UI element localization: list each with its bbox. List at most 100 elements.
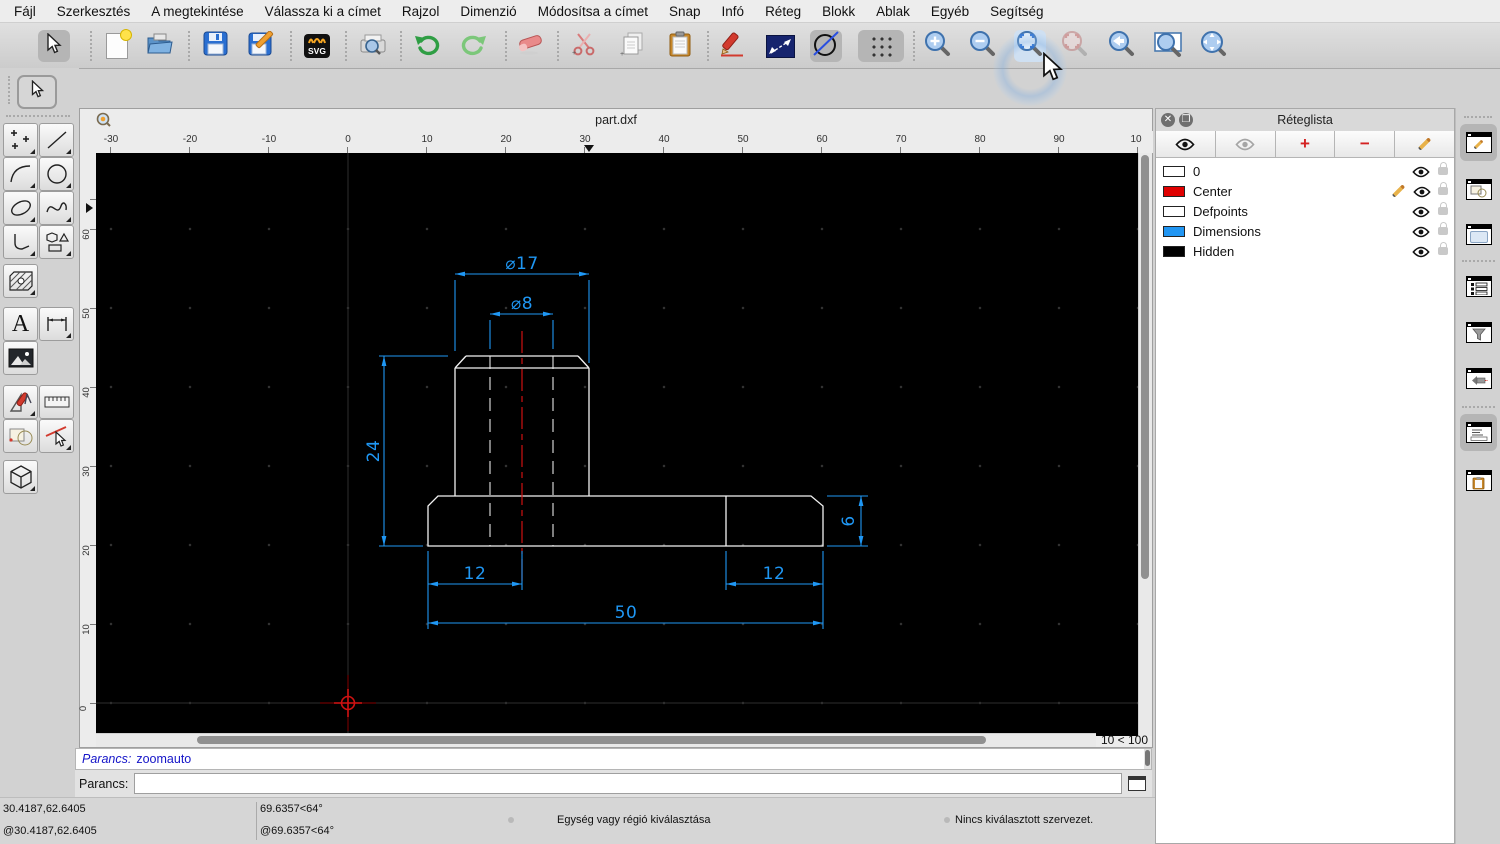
drag-handle[interactable] [8, 76, 13, 104]
undock-panel-icon[interactable]: ❐ [1179, 113, 1193, 127]
dock-library-browser-button[interactable] [1460, 216, 1497, 253]
zoom-in-button[interactable] [922, 30, 954, 62]
layer-row[interactable]: Dimensions [1156, 221, 1454, 241]
circle-tangent-button[interactable] [810, 30, 842, 62]
dock-block-list-button[interactable] [1460, 171, 1497, 208]
layer-lock-icon[interactable] [1438, 162, 1448, 175]
tool-points-button[interactable] [3, 123, 38, 157]
hide-all-layers-button[interactable] [1215, 131, 1276, 157]
zoom-out-button[interactable] [967, 30, 999, 62]
menu-modify[interactable]: Módosítsa a címet [538, 4, 648, 19]
tool-dimension-button[interactable] [39, 307, 74, 341]
select-pointer-button[interactable] [38, 30, 70, 62]
open-file-button[interactable] [144, 30, 176, 62]
dock-command-widget-button[interactable] [1460, 414, 1497, 451]
layer-row[interactable]: Hidden [1156, 241, 1454, 261]
tool-spline-button[interactable] [39, 191, 74, 225]
menu-block[interactable]: Blokk [822, 4, 855, 19]
drawing-canvas[interactable]: ⌀17 ⌀8 24 6 12 12 50 [96, 153, 1140, 736]
cut-button[interactable]: + [568, 30, 600, 62]
drag-handle[interactable] [6, 115, 70, 120]
tool-arc-button[interactable] [3, 157, 38, 191]
close-panel-icon[interactable]: ✕ [1161, 113, 1175, 127]
layer-row[interactable]: Center [1156, 181, 1454, 201]
export-svg-button[interactable]: SVG [301, 30, 333, 62]
document-title-bar[interactable]: part.dxf [80, 109, 1152, 132]
add-layer-button[interactable]: + [1275, 131, 1336, 157]
dock-selection-filter-button[interactable] [1460, 314, 1497, 351]
tool-modify-button[interactable] [3, 385, 38, 419]
menu-info[interactable]: Infó [722, 4, 745, 19]
menu-snap[interactable]: Snap [669, 4, 701, 19]
zoom-previous-button[interactable] [1059, 30, 1091, 62]
command-input[interactable] [134, 773, 1122, 794]
save-button[interactable] [199, 30, 231, 62]
keyboard-toggle-button[interactable] [1128, 776, 1146, 791]
menu-select[interactable]: Válassza ki a címet [265, 4, 381, 19]
dock-layer-list-button[interactable] [1460, 124, 1497, 161]
layer-panel-title-bar[interactable]: ✕ ❐ Réteglista [1156, 109, 1454, 132]
tool-circle-button[interactable] [39, 157, 74, 191]
layer-visibility-icon[interactable] [1412, 226, 1430, 237]
layer-row[interactable]: 0 [1156, 161, 1454, 181]
vertical-scrollbar-thumb[interactable] [1141, 155, 1149, 579]
command-history[interactable]: Parancs: zoomauto [75, 748, 1152, 770]
menu-view[interactable]: A megtekintése [151, 4, 243, 19]
tool-image-button[interactable] [3, 341, 38, 375]
layer-visibility-icon[interactable] [1412, 206, 1430, 217]
layer-lock-icon[interactable] [1438, 242, 1448, 255]
tool-polygon-button[interactable] [39, 225, 74, 259]
layer-visibility-icon[interactable] [1413, 186, 1431, 197]
menu-misc[interactable]: Egyéb [931, 4, 969, 19]
print-preview-button[interactable] [357, 30, 389, 62]
tool-3d-button[interactable] [3, 460, 38, 494]
tool-text-button[interactable]: A [3, 307, 38, 341]
tool-select-button[interactable] [17, 75, 57, 109]
tool-ellipse-button[interactable] [3, 191, 38, 225]
dock-entity-list-button[interactable] [1460, 268, 1497, 305]
menu-window[interactable]: Ablak [876, 4, 910, 19]
tool-measure-button[interactable] [39, 385, 74, 419]
dock-snap-settings-button[interactable] [1460, 360, 1497, 397]
layer-lock-icon[interactable] [1438, 202, 1448, 215]
zoom-auto-button[interactable] [1014, 30, 1046, 62]
edit-layer-button[interactable] [1395, 131, 1454, 157]
save-as-button[interactable] [246, 30, 278, 62]
layer-lock-icon[interactable] [1438, 182, 1448, 195]
draw-pencil-button[interactable] [717, 30, 749, 62]
zoom-window-button[interactable] [1152, 30, 1184, 62]
remove-layer-button[interactable]: − [1335, 131, 1396, 157]
layer-visibility-icon[interactable] [1412, 166, 1430, 177]
delete-button[interactable] [514, 30, 546, 62]
zoom-pan-button[interactable] [1198, 30, 1230, 62]
layer-row[interactable]: Defpoints [1156, 201, 1454, 221]
dock-clipboard-button[interactable] [1460, 462, 1497, 499]
layer-lock-icon[interactable] [1438, 222, 1448, 235]
menu-layer[interactable]: Réteg [765, 4, 801, 19]
menu-file[interactable]: Fájl [14, 4, 36, 19]
show-all-layers-button[interactable] [1156, 131, 1216, 157]
new-file-button[interactable] [101, 29, 133, 62]
horizontal-scrollbar-thumb[interactable] [197, 736, 986, 744]
menu-draw[interactable]: Rajzol [402, 4, 440, 19]
command-history-scrollbar[interactable] [1144, 749, 1151, 769]
tool-polyline-button[interactable] [3, 225, 38, 259]
layer-visibility-icon[interactable] [1412, 246, 1430, 257]
menu-edit[interactable]: Szerkesztés [57, 4, 131, 19]
dimension-button[interactable] [764, 30, 796, 62]
tool-block-button[interactable] [3, 419, 38, 453]
drag-handle[interactable] [1464, 116, 1492, 121]
tool-line-button[interactable] [39, 123, 74, 157]
zoom-back-button[interactable] [1106, 30, 1138, 62]
tool-select-entity-button[interactable] [39, 419, 74, 453]
undo-button[interactable] [412, 30, 444, 62]
horizontal-scrollbar[interactable] [96, 733, 1096, 747]
vertical-scrollbar[interactable] [1138, 153, 1152, 736]
grid-toggle-button[interactable] [858, 30, 904, 62]
menu-dimension[interactable]: Dimenzió [460, 4, 516, 19]
redo-button[interactable] [457, 30, 489, 62]
copy-button[interactable]: + [617, 30, 649, 62]
paste-button[interactable] [664, 30, 696, 62]
tool-hatch-button[interactable] [3, 264, 38, 298]
menu-help[interactable]: Segítség [990, 4, 1043, 19]
